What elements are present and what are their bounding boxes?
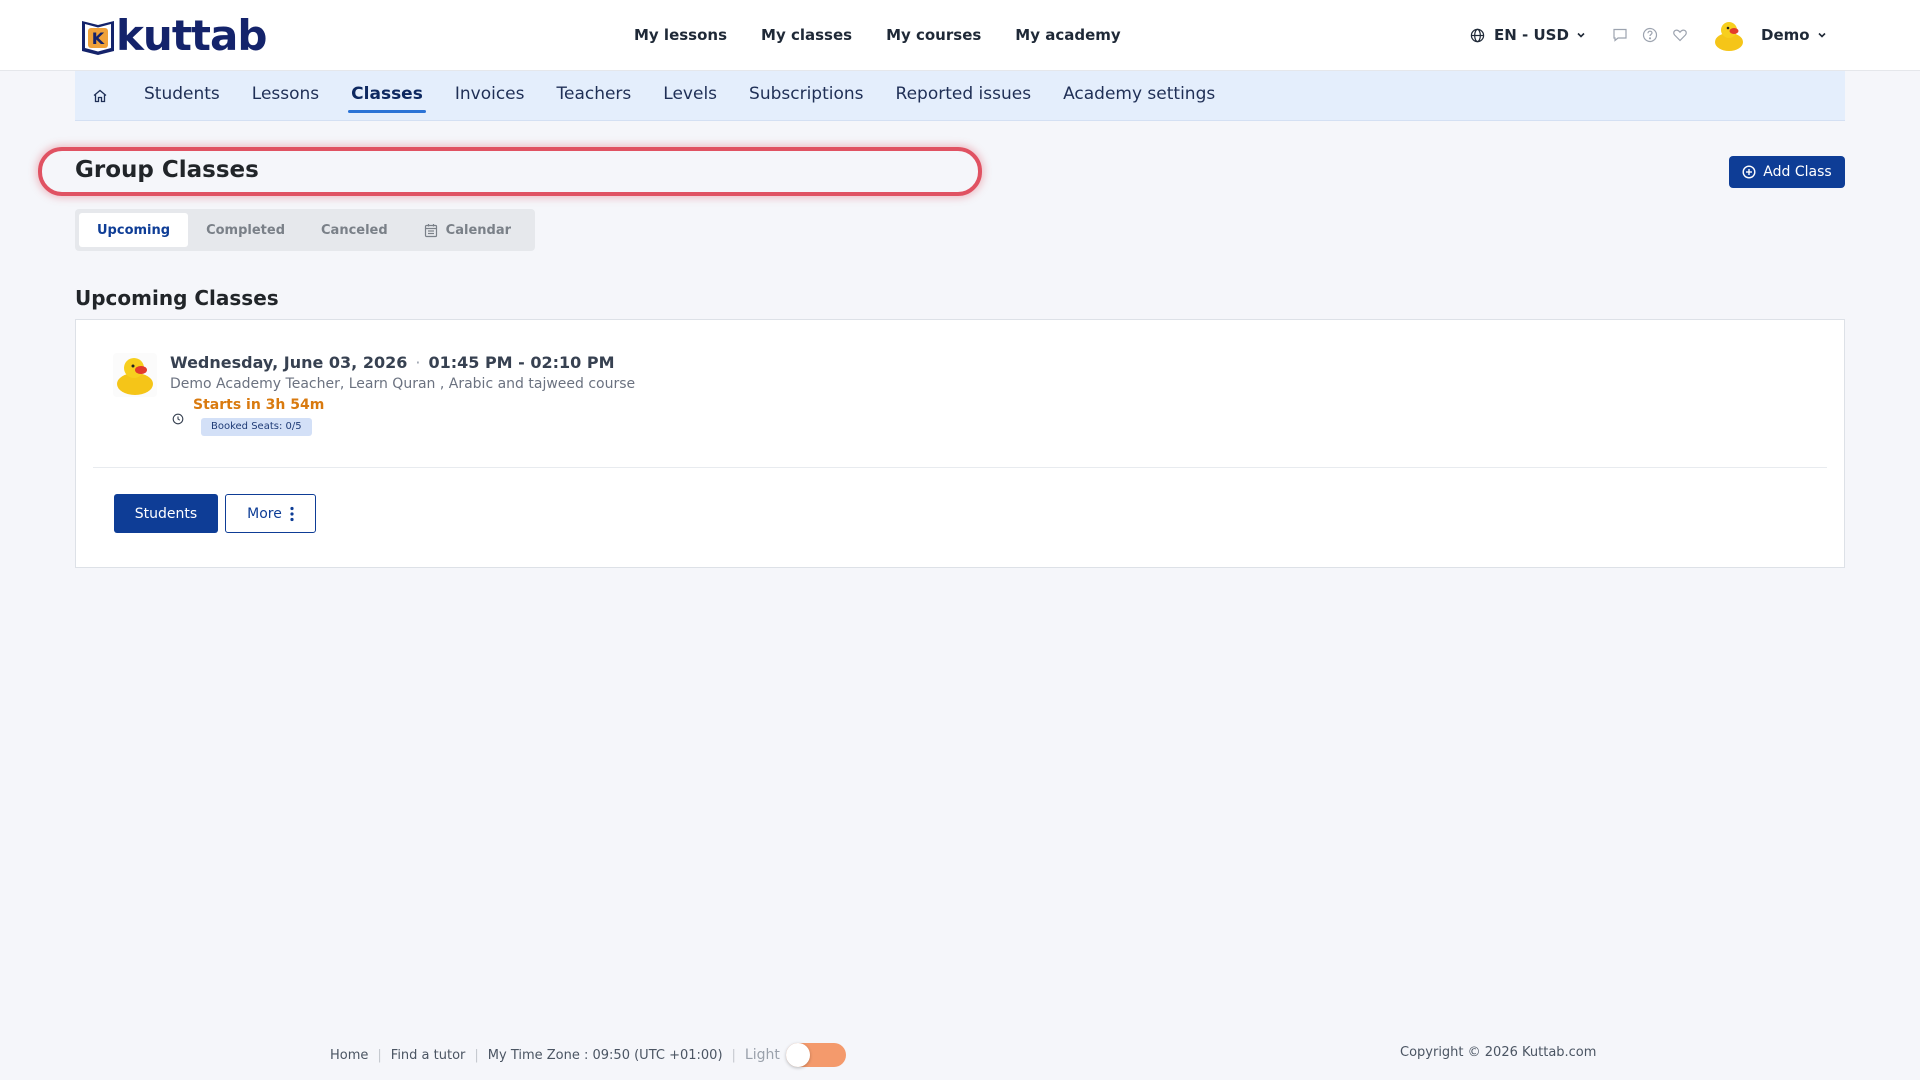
tab-upcoming[interactable]: Upcoming [79,213,189,247]
tab-completed-label: Completed [206,222,285,238]
user-name: Demo [1761,26,1810,44]
tab-upcoming-label: Upcoming [97,222,171,238]
help-icon[interactable] [1642,27,1658,43]
theme-toggle[interactable] [785,1043,846,1067]
footer-find-tutor-link[interactable]: Find a tutor [391,1048,466,1063]
starts-in: Starts in 3h 54m [193,397,325,413]
plus-circle-icon [1742,165,1756,179]
globe-icon [1470,28,1485,42]
clock-icon [172,413,184,425]
section-title: Upcoming Classes [75,286,279,310]
copyright: Copyright © 2026 Kuttab.com [1400,1045,1597,1060]
subnav-reported-issues[interactable]: Reported issues [896,71,1032,121]
booked-seats-badge: Booked Seats: 0/5 [201,418,312,436]
class-card: Wednesday, June 03, 2026 · 01:45 PM - 02… [75,319,1845,568]
top-icons [1612,0,1688,70]
footer-home-link[interactable]: Home [330,1048,368,1063]
footer-separator: | [474,1047,479,1063]
topnav-my-courses[interactable]: My courses [886,26,981,44]
subnav-students[interactable]: Students [144,71,220,121]
class-description: Demo Academy Teacher, Learn Quran , Arab… [170,376,636,392]
language-currency-label: EN - USD [1494,26,1569,44]
topnav-my-academy[interactable]: My academy [1015,26,1120,44]
card-divider [93,467,1827,468]
tab-calendar-label: Calendar [445,222,512,238]
logo-text: kuttab [116,11,267,60]
kuttab-logo[interactable]: K kuttab [78,11,267,60]
home-icon[interactable] [92,88,112,104]
tab-canceled-label: Canceled [321,222,388,238]
class-date: Wednesday, June 03, 2026 [170,353,408,372]
avatar [1715,22,1743,51]
class-time: 01:45 PM - 02:10 PM [428,353,615,372]
subnav-levels[interactable]: Levels [663,71,717,121]
theme-toggle-knob [785,1043,810,1067]
more-button[interactable]: More [225,494,316,533]
tab-completed[interactable]: Completed [188,213,303,247]
footer-links: Home | Find a tutor | My Time Zone : 09:… [330,1040,846,1070]
footer-timezone: My Time Zone : 09:50 (UTC +01:00) [487,1047,723,1063]
logo-book-icon: K [82,21,114,55]
top-nav: My lessons My classes My courses My acad… [634,0,1155,70]
footer-separator: | [731,1047,736,1063]
chevron-down-icon [1577,32,1585,38]
footer: Home | Find a tutor | My Time Zone : 09:… [0,1040,1920,1070]
topnav-my-lessons[interactable]: My lessons [634,26,727,44]
teacher-avatar [113,353,157,397]
topnav-my-classes[interactable]: My classes [761,26,852,44]
subnav-classes[interactable]: Classes [348,71,426,121]
logo-letter: K [92,29,105,48]
more-label: More [247,505,282,522]
subnav-subscriptions[interactable]: Subscriptions [749,71,863,121]
page-title: Group Classes [75,157,259,183]
language-currency-selector[interactable]: EN - USD [1470,0,1595,70]
top-bar: K kuttab My lessons My classes My course… [0,0,1920,71]
subnav-academy-settings[interactable]: Academy settings [1063,71,1215,121]
subnav-invoices[interactable]: Invoices [455,71,525,121]
students-button[interactable]: Students [114,494,218,533]
add-class-label: Add Class [1763,164,1832,180]
heart-icon[interactable] [1672,27,1688,43]
add-class-button[interactable]: Add Class [1729,156,1845,188]
class-date-time: Wednesday, June 03, 2026 · 01:45 PM - 02… [170,353,615,372]
chat-icon[interactable] [1612,27,1628,43]
user-menu[interactable]: Demo [1712,0,1827,70]
academy-subnav: Students Lessons Classes Invoices Teache… [75,71,1845,121]
tab-calendar[interactable]: Calendar [406,213,529,247]
chevron-down-icon [1817,32,1826,38]
subnav-lessons[interactable]: Lessons [252,71,319,121]
subnav-teachers[interactable]: Teachers [556,71,631,121]
footer-separator: | [377,1047,382,1063]
theme-label: Light [744,1047,780,1063]
class-status-tabs: Upcoming Completed Canceled Calendar [75,209,535,251]
more-vertical-icon [290,506,294,521]
date-time-separator: · [415,353,421,372]
tab-canceled[interactable]: Canceled [303,213,406,247]
calendar-icon [424,223,437,237]
